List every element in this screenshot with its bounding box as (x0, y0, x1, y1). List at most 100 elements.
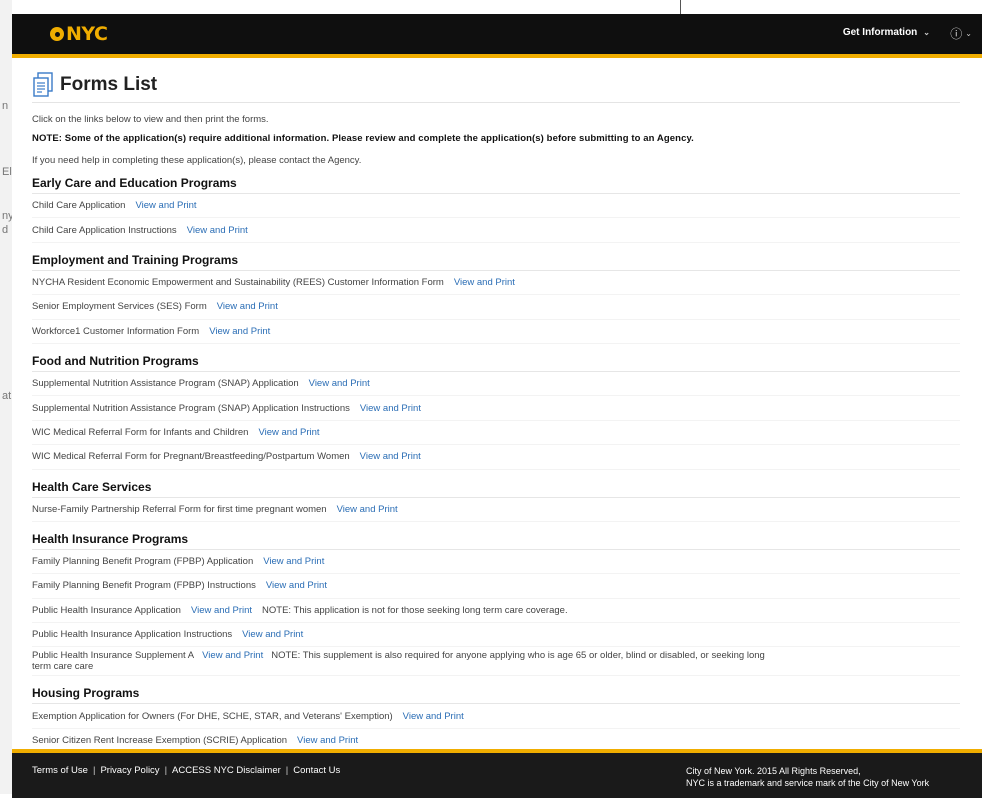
form-name: Public Health Insurance Application Inst… (32, 629, 233, 641)
form-row: Supplemental Nutrition Assistance Progra… (32, 396, 960, 421)
form-section: Health Care Services Nurse-Family Partner… (32, 480, 962, 522)
form-name: Supplemental Nutrition Assistance Progra… (32, 402, 350, 414)
site-header: NYC Get Information ⌄ ⓘ ⌄ (12, 14, 982, 58)
form-name: Public Health Insurance Application (32, 604, 181, 616)
intro-text: Click on the links below to view and the… (32, 114, 269, 125)
form-row: WIC Medical Referral Form for Pregnant/B… (32, 445, 960, 470)
background-page-left: n El ny d at (0, 0, 12, 794)
view-and-print-link[interactable]: View and Print (209, 326, 270, 337)
form-row: Child Care Application Instructions View … (32, 218, 960, 243)
form-name: Senior Employment Services (SES) Form (32, 301, 207, 313)
get-information-menu[interactable]: Get Information ⌄ (843, 27, 930, 38)
trademark-line: NYC is a trademark and service mark of t… (686, 778, 930, 788)
form-row: Family Planning Benefit Program (FPBP) I… (32, 574, 960, 599)
form-section: Housing Programs Exemption Application fo… (32, 686, 962, 748)
form-section: Employment and Training Programs NYCHA Re… (32, 253, 962, 344)
view-and-print-link[interactable]: View and Print (135, 200, 196, 211)
form-row: Senior Citizen Rent Increase Exemption (… (32, 729, 960, 748)
form-section: Early Care and Education Programs Child C… (32, 176, 962, 243)
form-row: Senior Employment Services (SES) Form Vie… (32, 295, 960, 320)
form-row: Public Health Insurance Application View … (32, 599, 960, 624)
view-and-print-link[interactable]: View and Print (454, 277, 515, 288)
form-row: Public Health Insurance Supplement A View… (32, 647, 960, 677)
view-and-print-link[interactable]: View and Print (266, 580, 327, 591)
background-text-fragment: ny (2, 210, 12, 222)
form-name: Nurse-Family Partnership Referral Form f… (32, 503, 327, 515)
form-name: WIC Medical Referral Form for Infants an… (32, 426, 249, 438)
get-information-label: Get Information (842, 27, 918, 38)
form-row-text: Public Health Insurance Supplement A View… (32, 650, 772, 672)
logo-dot-icon (50, 27, 64, 41)
forms-document-icon (33, 72, 53, 97)
view-and-print-link[interactable]: View and Print (202, 650, 263, 661)
form-name: Family Planning Benefit Program (FPBP) I… (32, 580, 256, 592)
form-name: Workforce1 Customer Information Form (32, 325, 200, 337)
footer-link[interactable]: ACCESS NYC Disclaimer (172, 765, 281, 776)
section-title: Health Insurance Programs (32, 532, 960, 550)
form-row: WIC Medical Referral Form for Infants an… (32, 421, 960, 446)
view-and-print-link[interactable]: View and Print (187, 225, 248, 236)
nyc-logo[interactable]: NYC (50, 23, 108, 45)
view-and-print-link[interactable]: View and Print (258, 427, 319, 438)
form-name: Senior Citizen Rent Increase Exemption (… (32, 735, 288, 747)
view-and-print-link[interactable]: View and Print (403, 711, 464, 722)
section-title: Housing Programs (32, 686, 960, 705)
form-name: Public Health Insurance Supplement A (32, 650, 195, 662)
view-and-print-link[interactable]: View and Print (217, 301, 278, 312)
background-text-fragment: d (2, 224, 9, 236)
section-title: Food and Nutrition Programs (32, 354, 960, 372)
form-sections: Early Care and Education Programs Child C… (32, 176, 962, 748)
view-and-print-link[interactable]: View and Print (360, 403, 421, 414)
footer-separator: | (164, 765, 168, 776)
help-menu[interactable]: ⓘ ⌄ (950, 25, 972, 42)
page-header: Forms List (32, 68, 960, 103)
site-footer: Terms of Use | Privacy Policy | ACCESS NYC D… (12, 749, 982, 798)
background-text-fragment: n (2, 100, 9, 112)
footer-links: Terms of Use | Privacy Policy | ACCESS NYC D… (32, 765, 340, 776)
form-name: Supplemental Nutrition Assistance Progra… (32, 378, 299, 390)
background-text-fragment: El (2, 166, 12, 178)
help-text: If you need help in completing these app… (32, 155, 362, 166)
form-row: Supplemental Nutrition Assistance Progra… (32, 372, 960, 397)
form-name: Child Care Application Instructions (32, 224, 177, 236)
form-row: Workforce1 Customer Information Form View… (32, 320, 960, 344)
view-and-print-link[interactable]: View and Print (360, 451, 421, 462)
logo-text: NYC (66, 23, 108, 45)
view-and-print-link[interactable]: View and Print (242, 629, 303, 640)
form-row: NYCHA Resident Economic Empowerment and … (32, 271, 960, 296)
footer-link[interactable]: Privacy Policy (100, 765, 159, 776)
chevron-down-icon: ⌄ (923, 28, 930, 37)
form-row: Family Planning Benefit Program (FPBP) A… (32, 550, 960, 575)
form-row: Nurse-Family Partnership Referral Form f… (32, 498, 960, 522)
background-text-fragment: at (2, 390, 12, 402)
section-title: Early Care and Education Programs (32, 176, 960, 194)
view-and-print-link[interactable]: View and Print (191, 605, 252, 616)
form-name: WIC Medical Referral Form for Pregnant/B… (32, 451, 350, 463)
footer-copyright: City of New York. 2015 All Rights Reserv… (686, 765, 929, 789)
form-row: Exemption Application for Owners (For DH… (32, 704, 960, 729)
main-content: Forms List Click on the links below to v… (32, 68, 962, 748)
form-note: NOTE: This application is not for those … (262, 604, 568, 616)
form-section: Food and Nutrition Programs Supplemental … (32, 354, 962, 470)
section-title: Employment and Training Programs (32, 253, 960, 271)
form-name: NYCHA Resident Economic Empowerment and … (32, 276, 444, 288)
footer-link[interactable]: Terms of Use (32, 765, 88, 776)
intro-note: NOTE: Some of the application(s) require… (32, 133, 694, 144)
form-row: Public Health Insurance Application Inst… (32, 623, 960, 648)
form-section: Health Insurance Programs Family Planning… (32, 532, 962, 677)
footer-separator: | (285, 765, 289, 776)
view-and-print-link[interactable]: View and Print (263, 556, 324, 567)
view-and-print-link[interactable]: View and Print (297, 735, 358, 746)
help-circle-icon: ⓘ (950, 27, 963, 41)
chevron-down-icon: ⌄ (965, 29, 972, 38)
copyright-line: City of New York. 2015 All Rights Reserv… (686, 766, 861, 776)
form-name: Child Care Application (32, 200, 126, 212)
form-name: Family Planning Benefit Program (FPBP) A… (32, 556, 254, 568)
section-title: Health Care Services (32, 480, 960, 498)
view-and-print-link[interactable]: View and Print (309, 378, 370, 389)
view-and-print-link[interactable]: View and Print (337, 504, 398, 515)
background-divider (680, 0, 681, 14)
form-name: Exemption Application for Owners (For DH… (32, 710, 393, 722)
footer-separator: | (92, 765, 96, 776)
footer-link[interactable]: Contact Us (293, 765, 340, 776)
